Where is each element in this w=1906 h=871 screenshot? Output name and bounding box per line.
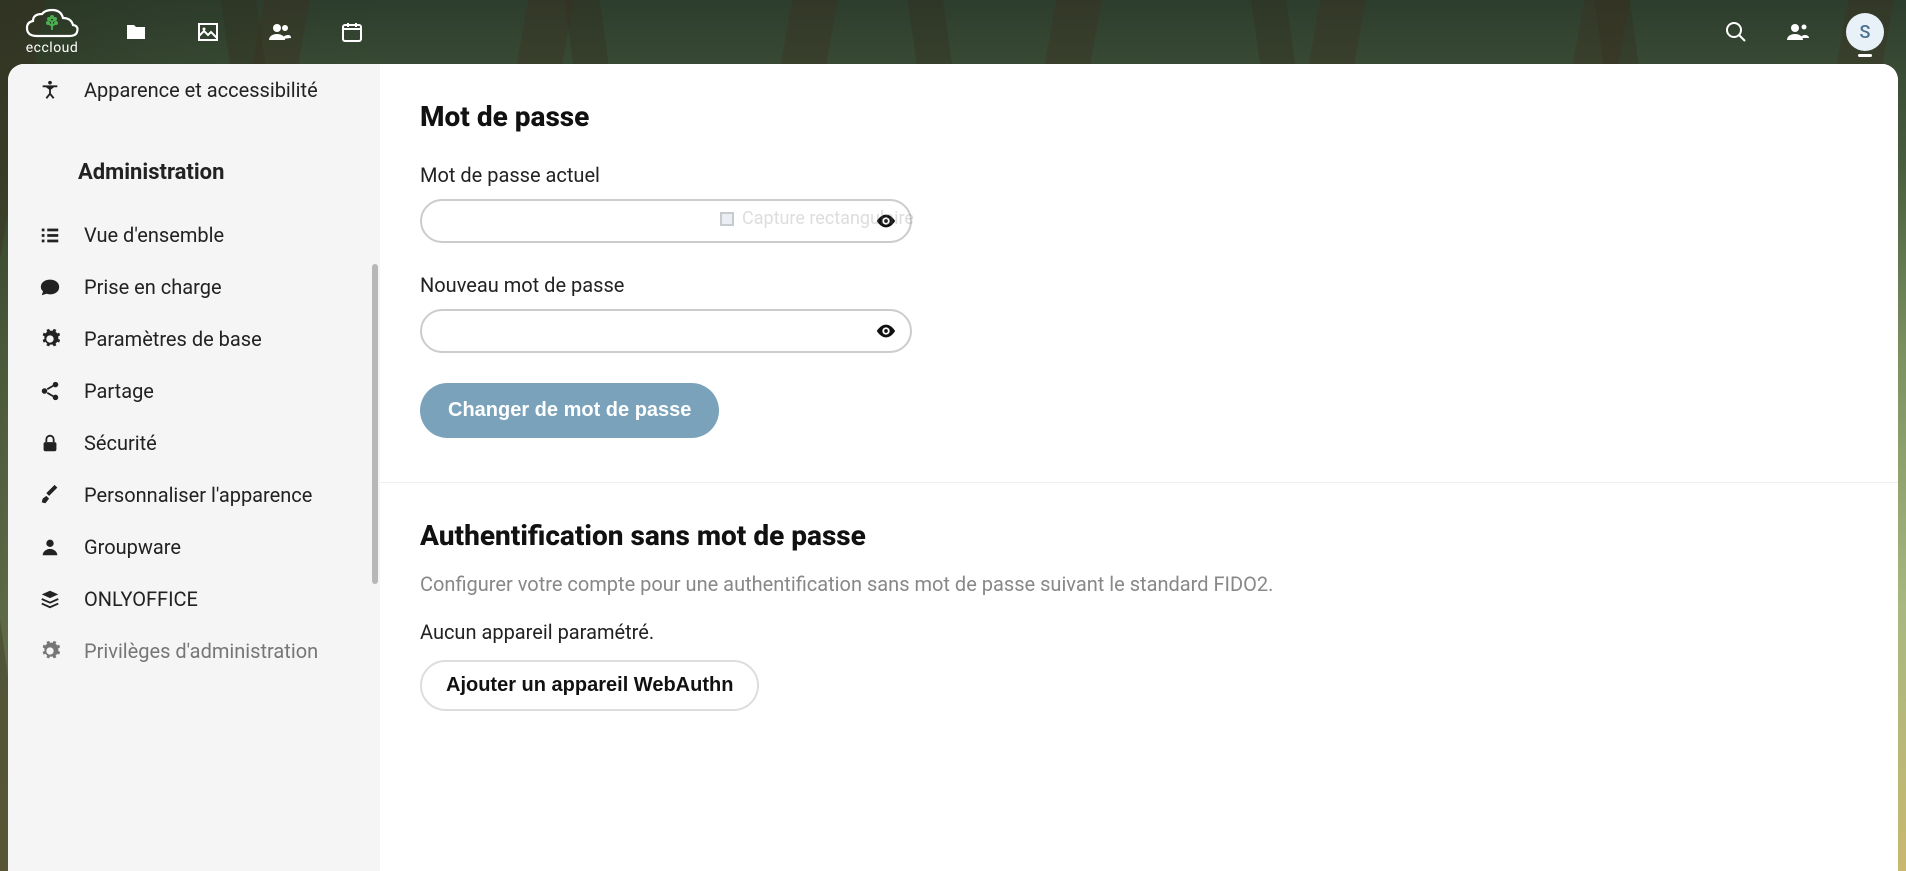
- sidebar-item-overview[interactable]: Vue d'ensemble: [8, 209, 380, 261]
- webauthn-section: Authentification sans mot de passe Confi…: [380, 483, 1898, 755]
- scrollbar-thumb[interactable]: [372, 264, 378, 584]
- section-description: Configurer votre compte pour une authent…: [420, 572, 1858, 596]
- new-password-label: Nouveau mot de passe: [420, 273, 1858, 297]
- files-app-icon[interactable]: [122, 18, 150, 46]
- sidebar-item-label: Sécurité: [84, 431, 157, 455]
- settings-sidebar: Apparence et accessibilité Administratio…: [8, 64, 380, 871]
- cloud-leaf-icon: [25, 8, 79, 42]
- sidebar-item-basic-settings[interactable]: Paramètres de base: [8, 313, 380, 365]
- header: eccloud S: [0, 0, 1906, 64]
- chat-icon: [38, 275, 62, 299]
- capture-hint-text: Capture rectangulaire: [742, 208, 914, 229]
- sidebar-item-onlyoffice[interactable]: ONLYOFFICE: [8, 573, 380, 625]
- gear-icon: [38, 639, 62, 663]
- gear-icon: [38, 327, 62, 351]
- capture-rect-icon: [720, 212, 734, 226]
- contacts-app-icon[interactable]: [266, 18, 294, 46]
- sidebar-item-label: Paramètres de base: [84, 327, 262, 351]
- new-password-wrap: [420, 309, 912, 353]
- toggle-password-visibility-button[interactable]: [874, 319, 898, 343]
- sidebar-item-theming[interactable]: Personnaliser l'apparence: [8, 469, 380, 521]
- brush-icon: [38, 483, 62, 507]
- sidebar-section-header: Administration: [8, 116, 380, 209]
- add-webauthn-device-button[interactable]: Ajouter un appareil WebAuthn: [420, 660, 759, 711]
- section-title: Mot de passe: [420, 100, 1858, 133]
- header-right: S: [1722, 13, 1894, 51]
- sidebar-item-label: ONLYOFFICE: [84, 587, 198, 611]
- sidebar-item-label: Privilèges d'administration: [84, 639, 318, 663]
- contacts-menu-icon[interactable]: [1784, 18, 1812, 46]
- logo-text: eccloud: [26, 40, 79, 56]
- sidebar-item-label: Prise en charge: [84, 275, 222, 299]
- app-nav: [122, 18, 366, 46]
- current-password-label: Mot de passe actuel: [420, 163, 1858, 187]
- sidebar-item-label: Apparence et accessibilité: [84, 78, 318, 102]
- new-password-input[interactable]: [420, 309, 912, 353]
- accessibility-icon: [38, 78, 62, 102]
- calendar-app-icon[interactable]: [338, 18, 366, 46]
- photos-app-icon[interactable]: [194, 18, 222, 46]
- app-logo[interactable]: eccloud: [12, 4, 92, 60]
- sidebar-item-label: Groupware: [84, 535, 181, 559]
- sidebar-item-sharing[interactable]: Partage: [8, 365, 380, 417]
- screenshot-tool-overlay: Capture rectangulaire: [710, 204, 924, 233]
- password-section: Mot de passe Mot de passe actuel Nouveau…: [380, 64, 1898, 483]
- list-icon: [38, 223, 62, 247]
- change-password-button[interactable]: Changer de mot de passe: [420, 383, 719, 438]
- sidebar-item-label: Vue d'ensemble: [84, 223, 224, 247]
- share-icon: [38, 379, 62, 403]
- sidebar-item-label: Personnaliser l'apparence: [84, 483, 312, 507]
- sidebar-item-security[interactable]: Sécurité: [8, 417, 380, 469]
- sidebar-item-support[interactable]: Prise en charge: [8, 261, 380, 313]
- section-title: Authentification sans mot de passe: [420, 519, 1858, 552]
- search-icon[interactable]: [1722, 18, 1750, 46]
- sidebar-item-appearance[interactable]: Apparence et accessibilité: [8, 64, 380, 116]
- content-area: Mot de passe Mot de passe actuel Nouveau…: [380, 64, 1898, 871]
- lock-icon: [38, 431, 62, 455]
- main-container: Apparence et accessibilité Administratio…: [8, 64, 1898, 871]
- sidebar-item-label: Partage: [84, 379, 154, 403]
- eye-icon: [875, 320, 897, 342]
- user-icon: [38, 535, 62, 559]
- sidebar-item-admin-privileges[interactable]: Privilèges d'administration: [8, 625, 380, 677]
- layers-icon: [38, 587, 62, 611]
- avatar-initial: S: [1860, 22, 1871, 43]
- user-avatar[interactable]: S: [1846, 13, 1884, 51]
- webauthn-status: Aucun appareil paramétré.: [420, 620, 1858, 644]
- sidebar-item-groupware[interactable]: Groupware: [8, 521, 380, 573]
